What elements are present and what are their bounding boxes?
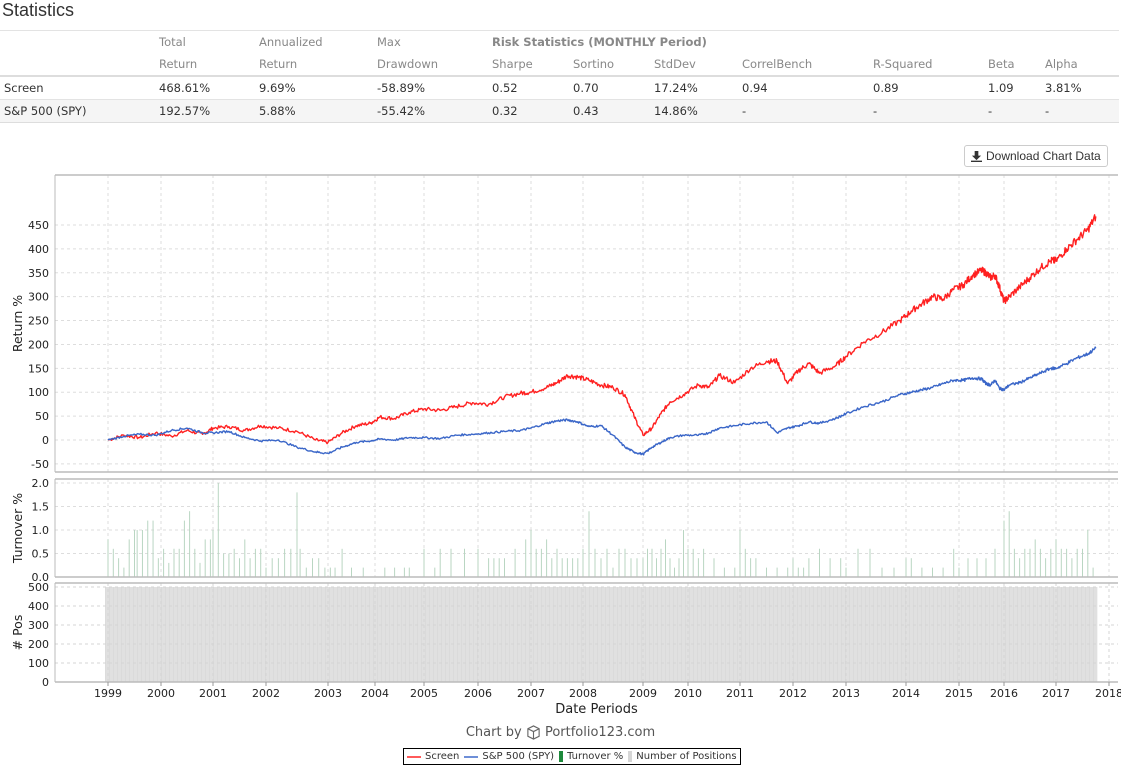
x-tick-label: 1999 — [94, 687, 122, 700]
chart-legend: Screen S&P 500 (SPY) Turnover % Number o… — [403, 748, 741, 765]
y-tick-label: 1.5 — [32, 501, 50, 514]
y-tick-label: 150 — [28, 362, 49, 375]
legend-item-turnover[interactable]: Turnover % — [559, 751, 623, 762]
x-tick-label: 2004 — [361, 687, 389, 700]
x-tick-label: 2001 — [199, 687, 227, 700]
y-tick-label: 400 — [28, 600, 49, 613]
y-tick-label: 1.0 — [32, 524, 50, 537]
x-tick-label: 2009 — [629, 687, 657, 700]
legend-label: Screen — [425, 751, 460, 762]
x-axis-label: Date Periods — [555, 702, 638, 717]
legend-label: Number of Positions — [636, 751, 737, 762]
chart-credit: Chart by Portfolio123.com — [0, 725, 1121, 740]
legend-swatch — [628, 751, 633, 762]
legend-item-positions[interactable]: Number of Positions — [628, 751, 737, 762]
x-tick-label: 2018 — [1095, 687, 1121, 700]
legend-label: S&P 500 (SPY) — [482, 751, 555, 762]
x-tick-label: 2011 — [726, 687, 754, 700]
y-tick-label: 0 — [42, 676, 49, 689]
x-tick-label: 2006 — [464, 687, 492, 700]
y-tick-label: 200 — [28, 338, 49, 351]
y-tick-label: 300 — [28, 291, 49, 304]
x-tick-label: 2002 — [252, 687, 280, 700]
x-tick-label: 2008 — [569, 687, 597, 700]
cube-logo-icon — [527, 725, 540, 740]
credit-prefix: Chart by — [465, 725, 522, 740]
legend-swatch — [464, 755, 479, 758]
y-axis-label: # Pos — [10, 615, 25, 651]
y-tick-label: 100 — [28, 386, 49, 399]
legend-swatch — [407, 755, 421, 758]
x-tick-label: 2013 — [832, 687, 860, 700]
performance-chart: -50 0 50 100 150 200 250 300 350 400 450 Return % 0.… — [10, 174, 1121, 717]
x-tick-label: 2007 — [517, 687, 545, 700]
credit-brand: Portfolio123.com — [544, 725, 656, 740]
y-tick-label: 250 — [28, 315, 49, 328]
y-tick-label: 350 — [28, 267, 49, 280]
y-tick-label: 0.5 — [32, 548, 50, 561]
y-tick-label: 300 — [28, 619, 49, 632]
x-tick-label: 2003 — [314, 687, 342, 700]
series-line-spy — [107, 346, 1097, 456]
y-tick-label: 500 — [28, 581, 49, 594]
y-tick-label: 0 — [42, 434, 49, 447]
y-axis-label: Turnover % — [10, 493, 25, 564]
x-tick-label: 2010 — [674, 687, 702, 700]
y-tick-label: -50 — [31, 458, 49, 471]
y-tick-label: 50 — [35, 410, 49, 423]
x-tick-label: 2015 — [945, 687, 973, 700]
x-tick-label: 2012 — [779, 687, 807, 700]
legend-label: Turnover % — [567, 751, 624, 762]
y-tick-label: 400 — [28, 243, 49, 256]
x-tick-label: 2005 — [410, 687, 438, 700]
x-tick-label: 2016 — [990, 687, 1018, 700]
y-tick-label: 2.0 — [32, 477, 50, 490]
x-tick-label: 2000 — [147, 687, 175, 700]
y-tick-label: 200 — [28, 638, 49, 651]
y-tick-label: 450 — [28, 219, 49, 232]
legend-swatch — [559, 751, 564, 762]
legend-item-spy[interactable]: S&P 500 (SPY) — [464, 751, 554, 762]
x-tick-label: 2017 — [1042, 687, 1070, 700]
y-tick-label: 100 — [28, 657, 49, 670]
x-tick-label: 2014 — [892, 687, 920, 700]
y-axis-label: Return % — [10, 295, 25, 352]
legend-item-screen[interactable]: Screen — [407, 751, 459, 762]
